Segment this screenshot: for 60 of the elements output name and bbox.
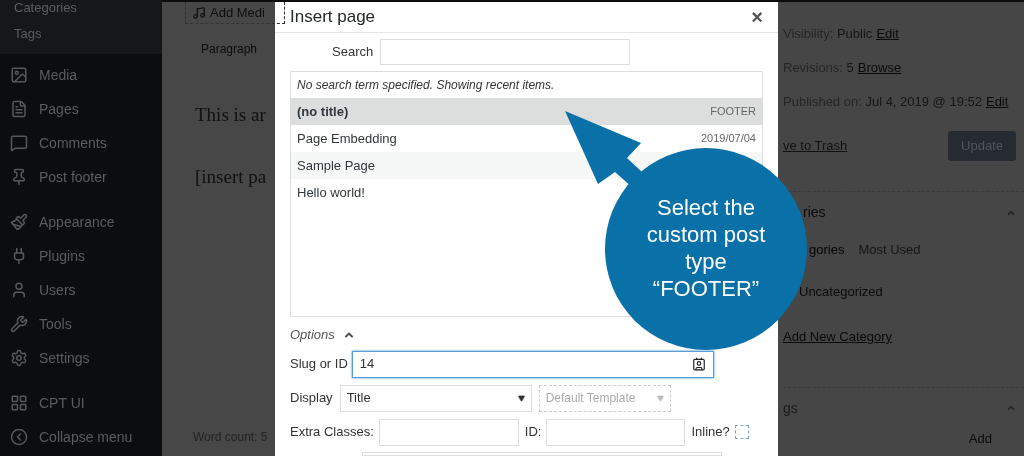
wrench-icon (10, 315, 28, 333)
panel-title: ries (803, 203, 826, 222)
submenu-item[interactable]: Tags (14, 26, 162, 52)
notice-text: No search term specified. Showing recent items. (296, 77, 556, 94)
extra-classes-label: Extra Classes: (290, 423, 374, 442)
user-icon (10, 281, 28, 299)
menu-item[interactable]: Collapse menu (0, 420, 162, 454)
menu-item[interactable]: Pages (0, 92, 162, 126)
menu-item[interactable]: Appearance (0, 205, 162, 239)
submenu-item[interactable]: Categories (14, 0, 162, 26)
result-row[interactable]: (no title) FOOTER (291, 98, 762, 125)
pages-icon (10, 100, 28, 118)
inline-label: Inline? (691, 423, 730, 442)
edit-link[interactable]: Browse (857, 58, 902, 78)
result-title: Page Embedding (297, 129, 397, 148)
category-item: Uncategorized (799, 282, 883, 301)
edit-link[interactable]: Edit (985, 92, 1009, 112)
result-title: Sample Page (297, 156, 376, 175)
result-title: Hello world! (297, 183, 365, 202)
menu-item[interactable]: Settings (0, 341, 162, 375)
result-title: (no title) (297, 102, 349, 121)
result-info: FOOTER (710, 104, 756, 120)
edit-link[interactable]: Edit (876, 24, 899, 44)
collapse-icon (10, 428, 28, 446)
display-label: Display (290, 389, 333, 408)
result-info: 2019/07/04 (700, 131, 756, 147)
menu-item[interactable]: Plugins (0, 239, 162, 273)
inline-checkbox[interactable] (734, 425, 749, 439)
search-field[interactable] (380, 39, 631, 65)
extra-classes-field[interactable] (378, 418, 519, 446)
contact-card-icon (691, 357, 706, 371)
pin-icon (10, 168, 28, 186)
menu-item[interactable]: CPT UI (0, 386, 162, 420)
id-label: ID: (524, 423, 542, 442)
add-category-link[interactable]: Add New Category (783, 327, 893, 347)
search-label: Search (332, 43, 374, 62)
menu-item[interactable]: Comments (0, 126, 162, 160)
dialog-title: Insert page (290, 6, 376, 29)
options-toggle[interactable]: Options (290, 325, 355, 345)
slug-label: Slug or ID (290, 355, 348, 374)
close-button[interactable]: × (751, 7, 763, 27)
id-field[interactable] (546, 418, 686, 446)
paintbrush-icon (10, 213, 28, 231)
settings-icon (10, 349, 28, 367)
menu-item[interactable]: Media (0, 58, 162, 92)
speech-bubble-icon (10, 134, 28, 152)
grid-icon (10, 394, 28, 412)
dropdown-caret-icon (517, 394, 525, 402)
category-tab[interactable]: gories (809, 240, 845, 260)
add-tag-button[interactable]: Add (968, 428, 992, 448)
dropdown-caret-icon (656, 394, 664, 402)
menu-item[interactable]: Post footer (0, 160, 162, 194)
slug-field[interactable]: 14 (351, 350, 714, 378)
media-icon (192, 5, 206, 20)
menu-item[interactable]: Users (0, 273, 162, 307)
display-select[interactable]: Title (339, 384, 532, 412)
media-icon (10, 66, 28, 84)
caret-up-icon (1006, 403, 1016, 413)
menu-item[interactable]: Tools (0, 307, 162, 341)
block-type-label: Paragraph (201, 41, 259, 58)
